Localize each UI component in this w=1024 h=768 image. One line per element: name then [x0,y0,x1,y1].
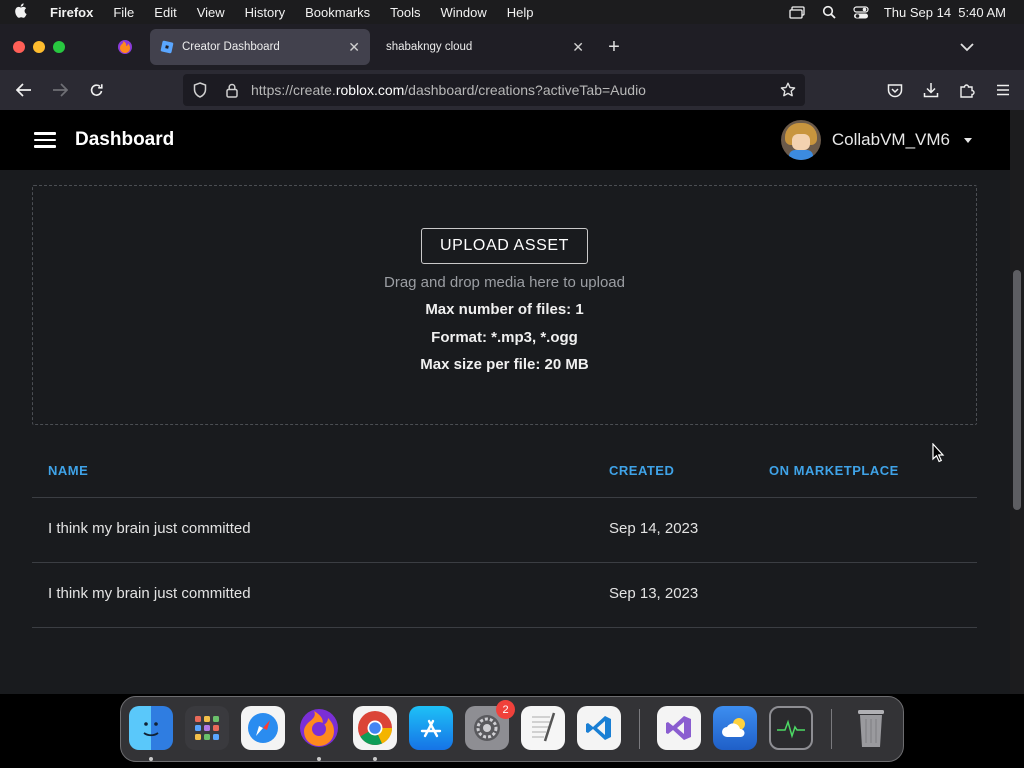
table-row[interactable]: I think my brain just committed Sep 14, … [32,498,977,563]
forward-arrow-icon [53,83,68,97]
user-menu[interactable]: CollabVM_VM6 [780,120,972,160]
tab-title: shabakngy cloud [386,41,473,53]
trash-icon[interactable] [849,706,893,750]
tab-creator-dashboard[interactable]: Creator Dashboard ✕ [150,29,370,65]
downloads-button[interactable] [918,82,944,98]
table-row[interactable]: I think my brain just committed Sep 13, … [32,563,977,628]
menu-tools[interactable]: Tools [380,5,430,20]
scrollbar-thumb[interactable] [1013,270,1021,510]
url-text: https://create.roblox.com/dashboard/crea… [251,82,771,98]
reload-button[interactable] [78,83,114,98]
hamburger-menu-icon [997,84,1009,96]
asset-name[interactable]: I think my brain just committed [48,520,251,537]
max-size-info: Max size per file: 20 MB [420,356,589,373]
page-title: Dashboard [75,129,175,150]
table-header: NAME CREATED ON MARKETPLACE [32,445,977,498]
menu-help[interactable]: Help [497,5,544,20]
tracking-protection-shield-icon[interactable] [185,82,215,98]
column-header-marketplace[interactable]: ON MARKETPLACE [769,463,899,478]
list-all-tabs-button[interactable] [960,39,974,55]
avatar[interactable] [780,120,821,160]
zoom-window-button[interactable] [53,41,65,53]
back-button[interactable] [6,83,42,97]
page-content: Dashboard CollabVM_VM6 UPLOAD ASSET Drag… [0,110,1010,694]
download-icon [923,83,939,98]
dropzone-hint: Drag and drop media here to upload [384,274,625,291]
new-tab-button[interactable]: + [594,36,634,59]
menu-bar: Firefox File Edit View History Bookmarks… [0,0,1024,24]
weather-icon[interactable] [713,706,757,750]
column-header-name[interactable]: NAME [48,463,88,478]
asset-created-date: Sep 14, 2023 [609,520,699,537]
format-info: Format: *.mp3, *.ogg [431,329,578,346]
reload-icon [90,83,103,96]
dock: 2 [120,696,904,762]
pocket-button[interactable] [882,83,908,98]
mouse-cursor-icon [932,443,945,463]
app-store-icon[interactable] [409,706,453,750]
navigation-toolbar: https://create.roblox.com/dashboard/crea… [0,70,1024,110]
menu-file[interactable]: File [103,5,144,20]
vscode-icon[interactable] [577,706,621,750]
window-controls [0,41,100,53]
pinned-firefox-tab[interactable] [100,39,150,55]
visual-studio-icon[interactable] [657,706,701,750]
back-arrow-icon [16,83,31,97]
tab-title: Creator Dashboard [182,41,280,53]
max-files-info: Max number of files: 1 [425,301,584,318]
menu-view[interactable]: View [187,5,235,20]
upload-asset-button[interactable]: UPLOAD ASSET [421,228,588,264]
puzzle-icon [960,84,975,98]
extensions-button[interactable] [954,82,980,98]
activity-monitor-icon[interactable] [769,706,813,750]
menu-app-name[interactable]: Firefox [40,5,103,20]
toolbar-actions [882,70,1016,110]
url-path: /dashboard/creations?activeTab=Audio [404,82,646,98]
url-domain: roblox.com [335,82,405,98]
notification-badge: 2 [496,700,515,719]
close-tab-icon[interactable]: ✕ [348,39,360,56]
forward-button[interactable] [42,83,78,97]
creations-table: NAME CREATED ON MARKETPLACE I think my b… [32,445,977,628]
menu-clock[interactable]: Thu Sep 14 5:40 AM [884,5,1006,20]
dashboard-header: Dashboard CollabVM_VM6 [0,110,1010,170]
launchpad-icon[interactable] [185,706,229,750]
roblox-favicon-icon [160,40,174,54]
control-center-icon[interactable] [852,5,870,19]
menu-history[interactable]: History [235,5,295,20]
apple-icon[interactable] [0,3,40,21]
minimize-window-button[interactable] [33,41,45,53]
textedit-icon[interactable] [521,706,565,750]
tab-strip: Creator Dashboard ✕ shabakngy cloud ✕ + [0,24,1024,70]
finder-icon[interactable] [129,706,173,750]
close-window-button[interactable] [13,41,25,53]
url-prefix: https://create. [251,82,336,98]
menu-bookmarks[interactable]: Bookmarks [295,5,380,20]
url-bar[interactable]: https://create.roblox.com/dashboard/crea… [183,74,805,106]
bookmark-star-icon[interactable] [771,82,805,98]
menu-edit[interactable]: Edit [144,5,186,20]
chrome-icon[interactable] [353,706,397,750]
tab-shabakngy-cloud[interactable]: shabakngy cloud ✕ [374,29,594,65]
column-header-created[interactable]: CREATED [609,463,674,478]
upload-dropzone[interactable]: UPLOAD ASSET Drag and drop media here to… [32,185,977,425]
close-tab-icon[interactable]: ✕ [572,39,584,56]
safari-icon[interactable] [241,706,285,750]
screen-mirror-icon[interactable] [788,5,806,19]
pocket-icon [887,83,903,97]
lock-icon[interactable] [217,83,247,98]
search-icon[interactable] [820,5,838,19]
username[interactable]: CollabVM_VM6 [832,130,950,150]
app-menu-button[interactable] [990,84,1016,96]
asset-created-date: Sep 13, 2023 [609,585,699,602]
page-scrollbar[interactable] [1010,110,1024,694]
nav-menu-icon[interactable] [34,132,56,148]
firefox-icon[interactable] [297,706,341,750]
menu-window[interactable]: Window [431,5,497,20]
asset-name[interactable]: I think my brain just committed [48,585,251,602]
caret-down-icon[interactable] [964,137,972,143]
